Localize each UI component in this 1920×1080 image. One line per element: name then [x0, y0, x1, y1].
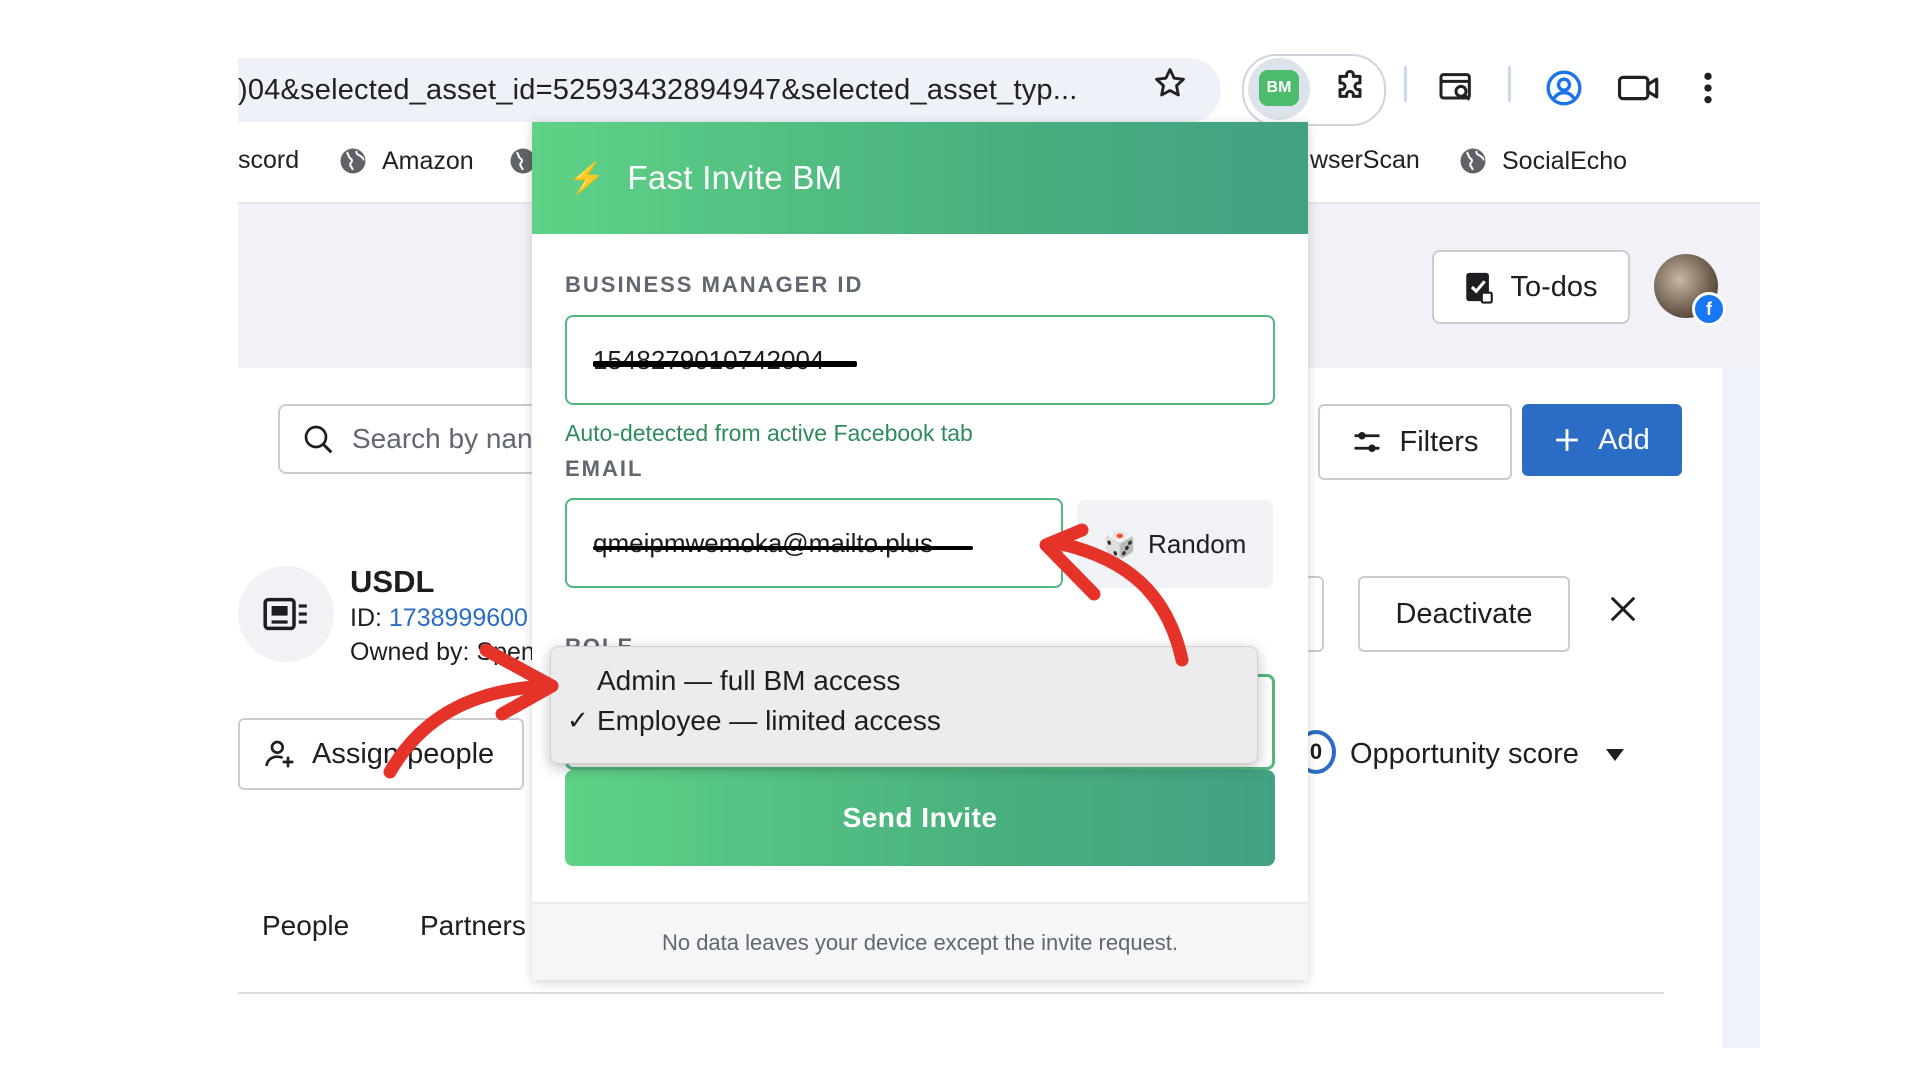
email-input[interactable]: qmeipmwemoka@mailto.plus — [565, 498, 1063, 588]
globe-icon — [340, 148, 366, 174]
asset-id-link[interactable]: 1738999600 — [389, 604, 528, 632]
bm-extension-icon[interactable]: BM — [1259, 70, 1299, 106]
bookmark-label: SocialEcho — [1502, 146, 1628, 175]
address-bar[interactable]: )04&selected_asset_id=52593432894947&sel… — [238, 58, 1221, 122]
clipboard-check-icon — [1466, 272, 1494, 304]
footer-note: No data leaves your device except the in… — [661, 930, 1179, 955]
send-invite-button[interactable]: Send Invite — [565, 770, 1275, 866]
deactivate-label: Deactivate — [1395, 597, 1533, 630]
more-menu-icon[interactable] — [1700, 68, 1716, 113]
fast-invite-popup: ⚡ Fast Invite BM BUSINESS MANAGER ID 154… — [532, 122, 1308, 980]
tabs-divider — [238, 992, 1664, 994]
bookmark-star-icon[interactable] — [1152, 66, 1188, 105]
ad-account-icon — [238, 566, 334, 662]
role-option-admin[interactable]: Admin — full BM access — [597, 665, 900, 697]
asset-id: ID: 1738999600 — [350, 604, 528, 633]
deactivate-button[interactable]: Deactivate — [1358, 576, 1570, 652]
tab-people[interactable]: People — [262, 910, 349, 942]
bookmark-browserscan[interactable]: wserScan — [1310, 146, 1420, 175]
assign-people-button[interactable]: Assign people — [238, 718, 524, 790]
caret-down-icon — [1605, 748, 1624, 761]
search-placeholder: Search by nan — [352, 423, 533, 454]
add-button[interactable]: Add — [1522, 404, 1682, 476]
filters-label: Filters — [1399, 425, 1479, 458]
lightning-bolt-icon: ⚡ — [568, 161, 606, 195]
bookmark-label: wserScan — [1310, 146, 1420, 174]
random-label: Random — [1148, 528, 1247, 559]
tab-search-icon[interactable] — [1436, 68, 1476, 113]
puzzle-extensions-icon[interactable] — [1330, 68, 1370, 113]
redaction-strike — [593, 546, 973, 550]
random-email-button[interactable]: 🎲 Random — [1077, 500, 1273, 588]
role-dropdown-list: Admin — full BM access ✓ Employee — limi… — [550, 646, 1258, 764]
bm-id-input[interactable]: 1548279010742004 — [565, 315, 1275, 405]
facebook-icon: f — [1692, 292, 1726, 326]
checkmark-icon: ✓ — [567, 705, 589, 735]
close-icon[interactable] — [1608, 594, 1638, 629]
globe-icon — [1460, 148, 1486, 174]
asset-id-prefix: ID: — [350, 604, 389, 632]
profile-icon[interactable] — [1544, 68, 1584, 113]
privacy-footer: No data leaves your device except the in… — [532, 902, 1308, 980]
toolbar-divider — [1404, 66, 1407, 102]
opportunity-score-label: Opportunity score — [1350, 738, 1579, 770]
bm-id-label: BUSINESS MANAGER ID — [565, 272, 864, 297]
filters-button[interactable]: Filters — [1318, 404, 1512, 480]
camera-icon[interactable] — [1616, 68, 1662, 113]
asset-owner: Owned by: Spen — [350, 638, 535, 666]
assign-label: Assign people — [312, 737, 495, 770]
sliders-icon — [1354, 432, 1380, 452]
asset-name: USDL — [350, 564, 435, 599]
email-label: EMAIL — [565, 456, 644, 481]
bookmark-socialecho[interactable]: SocialEcho — [1458, 146, 1627, 176]
bookmark-discord[interactable]: scord — [238, 146, 299, 175]
bookmark-amazon[interactable]: Amazon — [338, 146, 474, 176]
dice-icon: 🎲 — [1103, 528, 1137, 559]
todos-button[interactable]: To-dos — [1432, 250, 1630, 324]
popup-title: Fast Invite BM — [627, 159, 843, 196]
redaction-strike — [593, 361, 857, 367]
plus-icon — [1556, 429, 1579, 451]
add-person-icon — [265, 740, 294, 768]
bookmark-label: scord — [238, 146, 300, 174]
bookmark-label: Amazon — [382, 146, 474, 175]
search-icon — [304, 425, 333, 454]
todos-label: To-dos — [1510, 270, 1598, 303]
url-text[interactable]: )04&selected_asset_id=52593432894947&sel… — [238, 74, 1078, 107]
auto-detect-hint: Auto-detected from active Facebook tab — [565, 420, 973, 446]
role-option-employee[interactable]: Employee — limited access — [597, 705, 941, 737]
email-value: qmeipmwemoka@mailto.plus — [593, 528, 933, 558]
toolbar-divider — [1508, 66, 1511, 102]
opportunity-score-dropdown[interactable]: Opportunity score — [1350, 738, 1625, 771]
page-side-strip — [1722, 368, 1760, 1048]
add-label: Add — [1598, 423, 1650, 456]
tab-partners[interactable]: Partners — [420, 910, 526, 942]
popup-header: ⚡ Fast Invite BM — [532, 122, 1308, 234]
